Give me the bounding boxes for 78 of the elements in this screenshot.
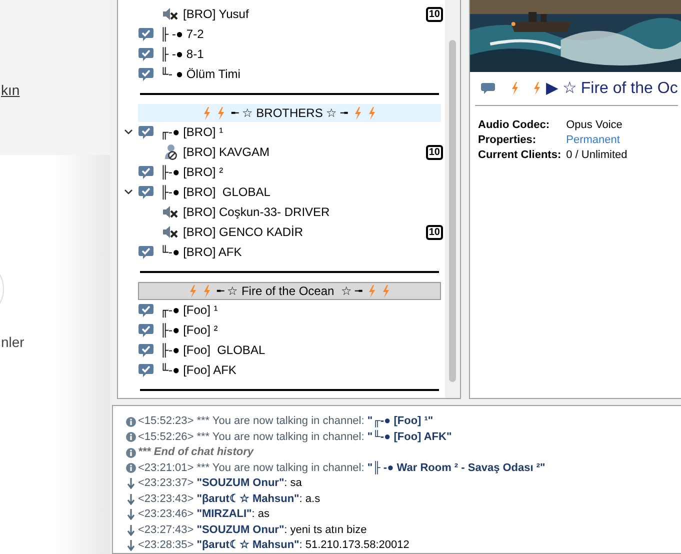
group-badge: 10 — [426, 224, 443, 240]
lightning-icon — [368, 106, 376, 120]
muted-speaker-icon — [162, 205, 178, 219]
incoming-arrow-icon — [127, 494, 135, 505]
property-label: Current Clients: — [478, 148, 562, 163]
info-icon — [126, 448, 136, 458]
channel-name[interactable]: ╙-● [BRO] AFK — [160, 243, 242, 261]
channel-name[interactable]: ╙-● [Foo] AFK — [160, 361, 236, 379]
selected-spacer-row[interactable]: ╾ ☆ BROTHERS ☆ ╼ — [138, 104, 441, 122]
lightning-icon — [368, 284, 376, 298]
property-label: Properties: — [478, 133, 538, 148]
property-link[interactable]: Permanent — [566, 133, 681, 148]
incoming-arrow-icon — [127, 478, 135, 490]
lightning-icon — [533, 82, 541, 95]
client-name[interactable]: [BRO] Coşkun-33- DRIVER — [183, 203, 330, 221]
channel-name[interactable]: ╟ -● 7-2 — [160, 25, 204, 43]
client-name[interactable]: [BRO] KAVGAM — [183, 143, 270, 161]
chat-bubble-icon — [138, 66, 154, 82]
channel-name[interactable]: ╓-● [BRO] ¹ — [160, 123, 224, 141]
chevron-down-icon[interactable] — [124, 189, 132, 195]
lightning-icon — [202, 284, 211, 298]
lightning-icon — [217, 106, 226, 120]
chat-line: <23:27:43> "SOUZUM Onur": yeni ts atın bize — [138, 524, 367, 537]
channel-name[interactable]: ╟-● [BRO] GLOBAL — [160, 183, 270, 201]
chevron-down-icon[interactable] — [124, 129, 132, 135]
chat-line: <15:52:26> *** You are now talking in channel: "╙-● [Foo] AFK" — [138, 430, 452, 444]
chat-bubble-icon — [138, 46, 154, 62]
chat-line: *** End of chat history — [138, 446, 254, 460]
scrollbar[interactable] — [445, 0, 460, 398]
info-icon — [126, 463, 136, 474]
page-link[interactable]: kın — [1, 82, 20, 98]
channel-name[interactable]: ╙- ● Ölüm Timi — [160, 65, 240, 83]
group-badge: 10 — [426, 6, 443, 22]
chat-bubble-icon — [138, 26, 154, 42]
muted-speaker-icon — [162, 7, 178, 21]
incoming-arrow-icon — [127, 524, 135, 536]
client-name[interactable]: [BRO] Yusuf — [183, 5, 249, 23]
chat-line: <23:21:01> *** You are now talking in channel: "╟ -● War Room ² - Savaş Odası ²" — [138, 462, 546, 475]
page-text: nler — [1, 333, 26, 352]
client-name[interactable]: [BRO] GENCO KADİR — [183, 223, 304, 241]
chat-line: <15:52:23> *** You are now talking in channel: "╓-● [Foo] ¹" — [138, 415, 434, 428]
muted-speaker-icon — [162, 225, 178, 239]
incoming-arrow-icon — [127, 540, 135, 552]
chat-bubble-icon — [138, 164, 154, 180]
lightning-icon — [188, 284, 197, 298]
lightning-icon — [511, 82, 519, 95]
chat-bubble-icon — [138, 124, 154, 140]
info-icon — [126, 416, 136, 427]
property-label: Audio Codec: — [478, 118, 550, 133]
spacer-row[interactable]: ╾ ☆ Fire of the Ocean ☆ ╼ — [138, 282, 441, 300]
incoming-arrow-icon — [127, 509, 135, 520]
lightning-icon — [354, 106, 362, 120]
chat-line: <23:23:46> "MIRZALI": as — [138, 508, 270, 522]
chat-bubble-icon — [138, 184, 154, 200]
chat-bubble-icon — [138, 302, 154, 318]
channel-name[interactable]: ╟-● [BRO] ² — [160, 163, 224, 181]
spacer-name: ╾ ☆ Fire of the Ocean ☆ ╼ — [216, 283, 362, 300]
chat-line: <23:23:43> "βarut☾☆ Mahsun": a.s — [138, 492, 320, 506]
channel-name[interactable]: ╟-● [Foo] ² — [160, 321, 218, 339]
chat-line: <23:28:35> "βarut☾☆ Mahsun": 51.210.173.58:20012 — [138, 539, 410, 552]
chat-bubble-icon — [138, 322, 154, 338]
channel-name[interactable]: ╟ -● 8-1 — [160, 45, 204, 63]
chat-bubble-icon — [481, 83, 495, 94]
info-icon — [126, 432, 136, 442]
property-value: Opus Voice — [566, 118, 624, 133]
channel-title: ▶ ☆ Fire of the Oc — [546, 78, 678, 98]
group-badge: 10 — [426, 144, 443, 160]
chat-line: <23:23:37> "SOUZUM Onur": sa — [138, 477, 302, 490]
chat-bubble-icon — [138, 244, 154, 260]
away-user-icon — [162, 144, 178, 160]
property-value: 0 / Unlimited — [566, 148, 628, 163]
lightning-icon — [203, 106, 212, 120]
channel-name[interactable]: ╟-● [Foo] GLOBAL — [160, 341, 266, 359]
chat-bubble-icon — [138, 342, 154, 358]
lightning-icon — [382, 284, 390, 298]
chat-bubble-icon — [138, 362, 154, 378]
spacer-name: ╾ ☆ BROTHERS ☆ ╼ — [231, 105, 348, 122]
channel-name[interactable]: ╓-● [Foo] ¹ — [160, 301, 218, 319]
